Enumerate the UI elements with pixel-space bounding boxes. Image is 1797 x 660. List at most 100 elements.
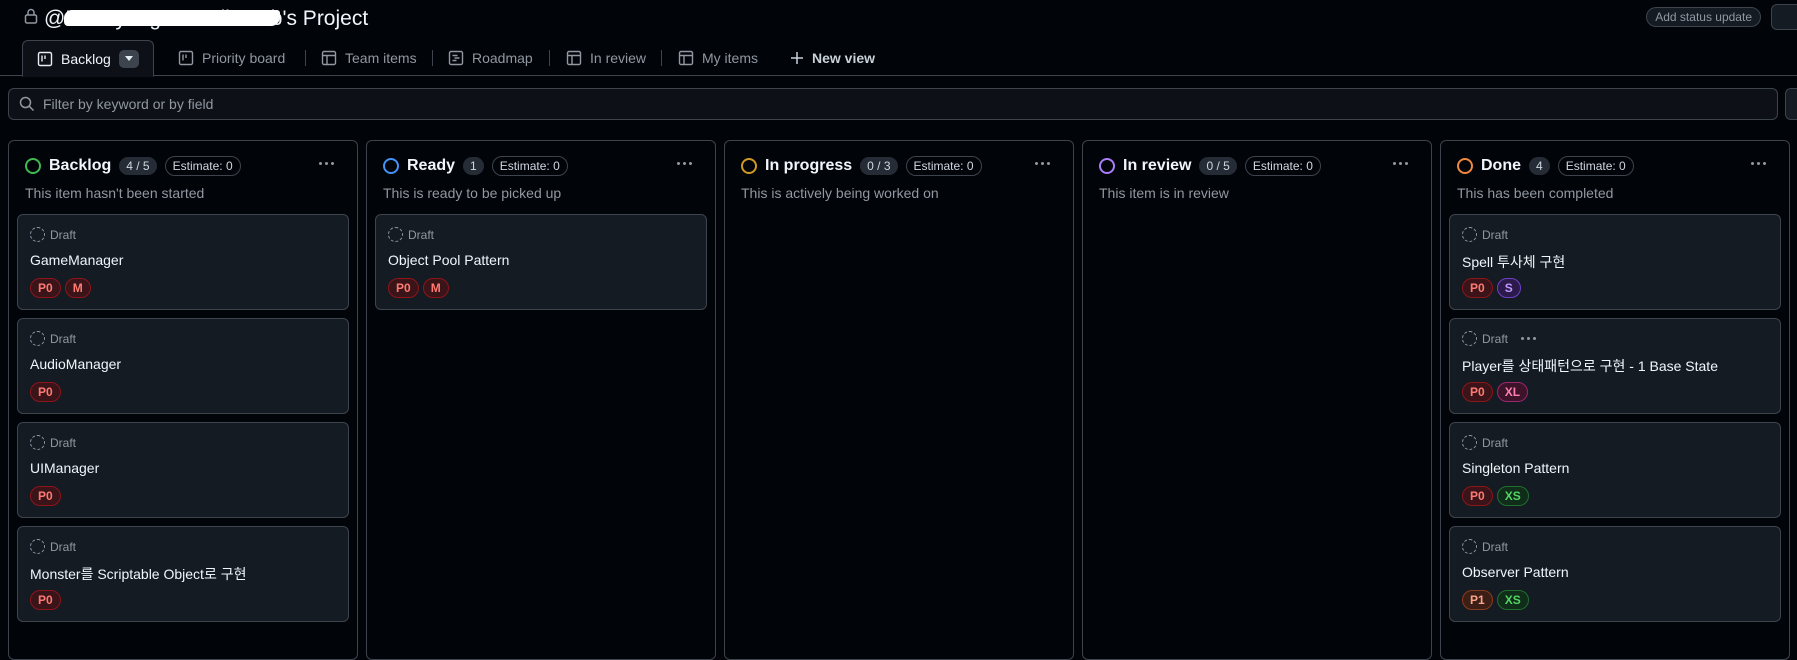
column-menu-button[interactable]	[1035, 157, 1057, 169]
tab-backlog[interactable]: Backlog	[22, 40, 154, 77]
board-column-in-review: In review 0 / 5 Estimate: 0 This item is…	[1082, 140, 1432, 660]
tab-priority-board[interactable]: Priority board	[164, 40, 299, 76]
table-icon	[566, 50, 582, 66]
kebab-dot-icon	[1751, 161, 1754, 165]
column-description: This has been completed	[1457, 185, 1614, 201]
redaction-mark	[64, 10, 280, 26]
board-card[interactable]: Draft Monster를 Scriptable Object로 구현 P0	[17, 526, 349, 622]
status-circle-icon	[25, 158, 41, 174]
insights-button[interactable]	[1771, 4, 1797, 30]
board-column-done: Done 4 Estimate: 0 This has been complet…	[1440, 140, 1790, 660]
estimate-badge: Estimate: 0	[1557, 156, 1634, 176]
column-menu-button[interactable]	[677, 157, 699, 169]
filter-options-button[interactable]	[1785, 88, 1797, 120]
card-title[interactable]: Object Pool Pattern	[388, 252, 509, 268]
item-count: 0 / 3	[860, 157, 898, 175]
kebab-dot-icon	[1521, 337, 1525, 340]
kebab-dot-icon	[325, 161, 328, 165]
filter-input[interactable]	[43, 96, 1643, 112]
priority-label: P0	[30, 590, 61, 610]
card-title[interactable]: AudioManager	[30, 356, 121, 372]
board-card[interactable]: Draft Spell 투사체 구현 P0 S	[1449, 214, 1781, 310]
card-status: Draft	[30, 539, 76, 554]
column-title: Backlog	[49, 157, 112, 174]
card-title[interactable]: UIManager	[30, 460, 99, 476]
draft-icon	[30, 227, 45, 242]
card-status-label: Draft	[50, 331, 77, 346]
card-labels: P0 XL	[1462, 382, 1529, 402]
card-status-label: Draft	[408, 227, 435, 242]
add-status-update-button[interactable]: Add status update	[1646, 7, 1761, 27]
column-menu-button[interactable]	[1393, 157, 1415, 169]
tab-divider	[305, 50, 306, 66]
kebab-dot-icon	[319, 161, 322, 165]
tab-in-review[interactable]: In review	[552, 40, 660, 76]
kebab-dot-icon	[689, 161, 692, 165]
card-menu-button[interactable]	[1521, 337, 1537, 340]
card-labels: P0 XS	[1462, 486, 1529, 506]
size-label: XS	[1496, 486, 1529, 506]
card-status-label: Draft	[50, 435, 77, 450]
card-labels: P1 XS	[1462, 590, 1529, 610]
card-status-label: Draft	[50, 539, 77, 554]
estimate-badge: Estimate: 0	[164, 156, 241, 176]
status-circle-icon	[1099, 158, 1115, 174]
draft-icon	[30, 539, 45, 554]
column-description: This is ready to be picked up	[383, 185, 562, 201]
tab-label: Roadmap	[472, 50, 533, 66]
card-status-label: Draft	[1482, 539, 1509, 554]
item-count: 4 / 5	[119, 157, 157, 175]
tab-options-button[interactable]	[118, 49, 139, 68]
card-title[interactable]: Spell 투사체 구현	[1462, 252, 1565, 272]
table-icon	[678, 50, 694, 66]
board-card[interactable]: Draft GameManager P0 M	[17, 214, 349, 310]
card-title[interactable]: GameManager	[30, 252, 123, 268]
board-card[interactable]: Draft Singleton Pattern P0 XS	[1449, 422, 1781, 518]
board-card[interactable]: Draft Player를 상태패턴으로 구현 - 1 Base State P…	[1449, 318, 1781, 414]
search-icon	[19, 96, 35, 112]
kebab-dot-icon	[1527, 337, 1531, 340]
status-circle-icon	[383, 158, 399, 174]
card-title[interactable]: Observer Pattern	[1462, 564, 1569, 580]
card-status: Draft	[1462, 331, 1537, 346]
column-description: This is actively being worked on	[741, 185, 939, 201]
card-status-label: Draft	[1482, 435, 1509, 450]
board-column-backlog: Backlog 4 / 5 Estimate: 0 This item hasn…	[8, 140, 358, 660]
draft-icon	[1462, 331, 1477, 346]
estimate-badge: Estimate: 0	[491, 156, 568, 176]
kebab-dot-icon	[1041, 161, 1044, 165]
column-menu-button[interactable]	[319, 157, 341, 169]
board-card[interactable]: Draft UIManager P0	[17, 422, 349, 518]
column-title: In review	[1123, 157, 1192, 174]
board-card[interactable]: Draft Object Pool Pattern P0 M	[375, 214, 707, 310]
tab-divider	[661, 50, 662, 66]
card-status: Draft	[30, 331, 76, 346]
card-status-label: Draft	[1482, 331, 1509, 346]
board-card[interactable]: Draft AudioManager P0	[17, 318, 349, 414]
new-view-button[interactable]: New view	[776, 40, 889, 76]
priority-label: P0	[30, 382, 61, 402]
column-title: In progress	[765, 157, 853, 174]
board-card[interactable]: Draft Observer Pattern P1 XS	[1449, 526, 1781, 622]
tab-my-items[interactable]: My items	[664, 40, 772, 76]
tab-roadmap[interactable]: Roadmap	[434, 40, 547, 76]
draft-icon	[30, 331, 45, 346]
card-status: Draft	[1462, 435, 1508, 450]
draft-icon	[1462, 435, 1477, 450]
kebab-dot-icon	[1035, 161, 1038, 165]
priority-label: P1	[1462, 590, 1493, 610]
card-labels: P0 S	[1462, 278, 1521, 298]
tab-team-items[interactable]: Team items	[307, 40, 431, 76]
card-title[interactable]: Singleton Pattern	[1462, 460, 1569, 476]
card-labels: P0 M	[30, 278, 91, 298]
column-header: Backlog 4 / 5 Estimate: 0	[25, 155, 347, 177]
status-circle-icon	[741, 158, 757, 174]
column-menu-button[interactable]	[1751, 157, 1773, 169]
board-icon	[37, 51, 53, 66]
card-labels: P0 M	[388, 278, 449, 298]
draft-icon	[1462, 227, 1477, 242]
card-title[interactable]: Player를 상태패턴으로 구현 - 1 Base State	[1462, 356, 1718, 376]
view-tabs: Backlog Priority board Team items Roadma…	[0, 40, 1797, 77]
item-count: 1	[463, 157, 484, 175]
card-title[interactable]: Monster를 Scriptable Object로 구현	[30, 564, 246, 584]
